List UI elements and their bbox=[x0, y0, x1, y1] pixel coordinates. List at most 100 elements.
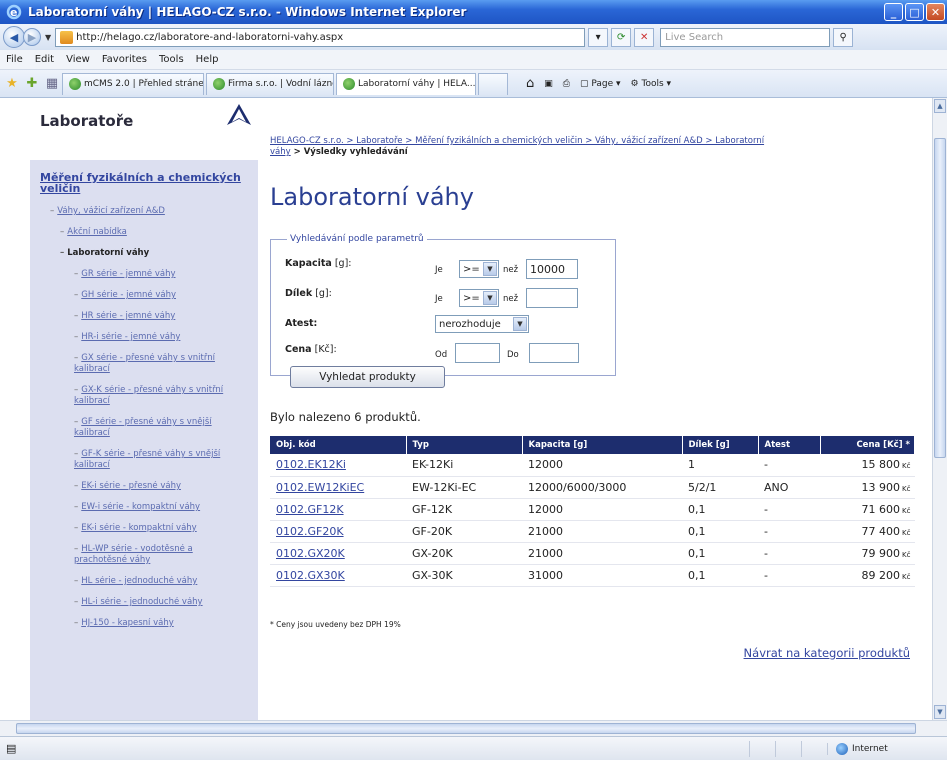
cell-capacity: 21000 bbox=[522, 520, 682, 543]
menu-file[interactable]: File bbox=[6, 54, 23, 65]
favorites-star-icon[interactable]: ★ bbox=[4, 76, 20, 92]
add-favorite-icon[interactable]: ✚ bbox=[24, 76, 40, 92]
home-icon[interactable]: ⌂ bbox=[526, 76, 534, 91]
sidebar-item-label: HL-WP série - vodotěsné a prachotěsné vá… bbox=[74, 544, 193, 565]
tab-firma[interactable]: Firma s.r.o. | Vodní lázně bbox=[206, 72, 334, 95]
quick-tabs-icon[interactable]: ▦ bbox=[44, 76, 60, 92]
tab-mcms[interactable]: mCMS 2.0 | Přehled stránek bbox=[62, 72, 204, 95]
filter-row-cena: Cena [Kč]: bbox=[285, 344, 337, 355]
sidebar-item[interactable]: Měření fyzikálních a chemických veličin bbox=[40, 172, 250, 194]
new-tab-button[interactable] bbox=[478, 72, 508, 95]
cena-to-input[interactable] bbox=[529, 343, 579, 363]
cell-code[interactable]: 0102.GF20K bbox=[270, 520, 406, 543]
tab-laboratorni-vahy[interactable]: Laboratorní váhy | HELA...✕ bbox=[336, 72, 476, 95]
sidebar-item[interactable]: – GX série - přesné váhy s vnitřní kalibr… bbox=[40, 353, 230, 375]
price-value: 77 400 bbox=[861, 524, 901, 538]
dash-icon: – bbox=[74, 311, 79, 321]
status-page-icon: ▤ bbox=[6, 742, 17, 755]
sidebar-item[interactable]: – Laboratorní váhy bbox=[40, 248, 250, 259]
filter-label-cena: Cena [Kč]: bbox=[285, 344, 337, 355]
col-header-atest[interactable]: Atest bbox=[758, 436, 821, 454]
history-dropdown-icon[interactable]: ▼ bbox=[45, 33, 51, 42]
sidebar-item[interactable]: – HL-WP série - vodotěsné a prachotěsné v… bbox=[40, 544, 230, 566]
menu-favorites[interactable]: Favorites bbox=[102, 54, 147, 65]
cell-atest: - bbox=[758, 454, 820, 477]
tools-menu[interactable]: ⚙ Tools ▾ bbox=[631, 79, 672, 89]
back-button[interactable]: ◀ bbox=[3, 26, 25, 48]
col-header-division[interactable]: Dílek [g] bbox=[682, 436, 759, 454]
sidebar-item[interactable]: – HR-i série - jemné váhy bbox=[40, 332, 230, 343]
stop-icon[interactable]: ✕ bbox=[634, 27, 655, 47]
cena-from-label: Od bbox=[435, 350, 448, 360]
forward-button[interactable]: ▶ bbox=[23, 28, 41, 46]
sidebar-item[interactable]: – GF série - přesné váhy s vnější kalibra… bbox=[40, 417, 230, 439]
parameter-search-form: Vyhledávání podle parametrů Kapacita [g]… bbox=[270, 234, 616, 388]
cell-code[interactable]: 0102.GX30K bbox=[270, 564, 406, 587]
cell-division: 0,1 bbox=[682, 498, 758, 521]
back-to-category-link[interactable]: Návrat na kategorii produktů bbox=[744, 646, 910, 660]
scroll-thumb[interactable] bbox=[934, 138, 946, 458]
page-viewport: Laboratoře Měření fyzikálních a chemický… bbox=[0, 98, 932, 720]
sidebar-item[interactable]: – Akční nabídka bbox=[40, 227, 250, 238]
sidebar-header: Laboratoře bbox=[30, 98, 258, 160]
sidebar-item[interactable]: – EW-i série - kompaktní váhy bbox=[40, 502, 230, 513]
kapacita-input[interactable]: 10000 bbox=[526, 259, 578, 279]
breadcrumb-path[interactable]: HELAGO-CZ s.r.o. > Laboratoře > Měření f… bbox=[270, 136, 764, 146]
vertical-scrollbar[interactable]: ▲ ▼ bbox=[932, 98, 947, 720]
sidebar-item[interactable]: – GF-K série - přesné váhy s vnější kalib… bbox=[40, 449, 230, 471]
menu-tools[interactable]: Tools bbox=[159, 54, 184, 65]
menu-help[interactable]: Help bbox=[196, 54, 219, 65]
results-count: Bylo nalezeno 6 produktů. bbox=[270, 410, 421, 424]
cena-from-input[interactable] bbox=[455, 343, 500, 363]
feeds-icon[interactable]: ▣ bbox=[544, 79, 553, 89]
sidebar-item-label: HL-i série - jednoduché váhy bbox=[81, 597, 203, 607]
sidebar-item[interactable]: – GX-K série - přesné váhy s vnitřní kali… bbox=[40, 385, 230, 407]
cell-capacity: 12000/6000/3000 bbox=[522, 476, 682, 499]
refresh-icon[interactable]: ⟳ bbox=[611, 27, 632, 47]
cell-code[interactable]: 0102.GF12K bbox=[270, 498, 406, 521]
cell-type: EW-12Ki-EC bbox=[406, 476, 522, 499]
kapacita-operator-select[interactable]: >= ▼ bbox=[459, 260, 499, 278]
sidebar-item[interactable]: – Váhy, vážicí zařízení A&D bbox=[40, 206, 250, 217]
search-input[interactable]: Live Search bbox=[660, 27, 831, 47]
close-window-button[interactable]: ✕ bbox=[926, 3, 945, 21]
horizontal-scrollbar[interactable] bbox=[0, 720, 947, 736]
menu-edit[interactable]: Edit bbox=[35, 54, 54, 65]
sidebar-item[interactable]: – HR série - jemné váhy bbox=[40, 311, 230, 322]
zone-label: Internet bbox=[852, 743, 888, 754]
title-bar: e Laboratorní váhy | HELAGO-CZ s.r.o. - … bbox=[0, 0, 947, 24]
col-header-code[interactable]: Obj. kód bbox=[270, 436, 407, 454]
col-header-price[interactable]: Cena [Kč] * bbox=[820, 436, 915, 454]
dilek-input[interactable] bbox=[526, 288, 578, 308]
url-field[interactable]: http://helago.cz/laboratore-and-laborato… bbox=[55, 27, 586, 47]
hscroll-thumb[interactable] bbox=[16, 723, 916, 734]
minimize-button[interactable]: _ bbox=[884, 3, 903, 21]
sidebar-item[interactable]: – EK-i série - přesné váhy bbox=[40, 481, 230, 492]
atest-select[interactable]: nerozhoduje ▼ bbox=[435, 315, 529, 333]
table-row: 0102.EK12Ki EK-12Ki 12000 1-15 800 Kč bbox=[270, 454, 915, 477]
menu-view[interactable]: View bbox=[66, 54, 90, 65]
sidebar-item[interactable]: – HL-i série - jednoduché váhy bbox=[40, 597, 230, 608]
sidebar-item[interactable]: – HL série - jednoduché váhy bbox=[40, 576, 230, 587]
scroll-down-icon[interactable]: ▼ bbox=[934, 705, 946, 719]
sidebar-item[interactable]: – GR série - jemné váhy bbox=[40, 269, 230, 280]
url-dropdown-icon[interactable]: ▾ bbox=[588, 27, 609, 47]
cell-code[interactable]: 0102.EW12KiEC bbox=[270, 476, 406, 499]
sidebar-item[interactable]: – EK-i série - kompaktní váhy bbox=[40, 523, 230, 534]
scroll-up-icon[interactable]: ▲ bbox=[934, 99, 946, 113]
maximize-button[interactable]: □ bbox=[905, 3, 924, 21]
sidebar-item[interactable]: – HJ-150 - kapesní váhy bbox=[40, 618, 230, 629]
search-products-button[interactable]: Vyhledat produkty bbox=[290, 366, 445, 388]
filter-row-atest: Atest: bbox=[285, 318, 317, 329]
sidebar-item[interactable]: – GH série - jemné váhy bbox=[40, 290, 230, 301]
cell-code[interactable]: 0102.GX20K bbox=[270, 542, 406, 565]
page-menu[interactable]: ▢ Page ▾ bbox=[580, 79, 621, 89]
search-icon[interactable]: ⚲ bbox=[833, 27, 854, 47]
breadcrumb-link-vahy[interactable]: váhy bbox=[270, 147, 291, 157]
col-header-type[interactable]: Typ bbox=[406, 436, 523, 454]
col-header-capacity[interactable]: Kapacita [g] bbox=[522, 436, 683, 454]
dilek-operator-select[interactable]: >= ▼ bbox=[459, 289, 499, 307]
cell-code[interactable]: 0102.EK12Ki bbox=[270, 454, 406, 477]
chevron-down-icon: ▼ bbox=[513, 317, 527, 331]
print-icon[interactable]: ⎙ bbox=[563, 79, 570, 89]
